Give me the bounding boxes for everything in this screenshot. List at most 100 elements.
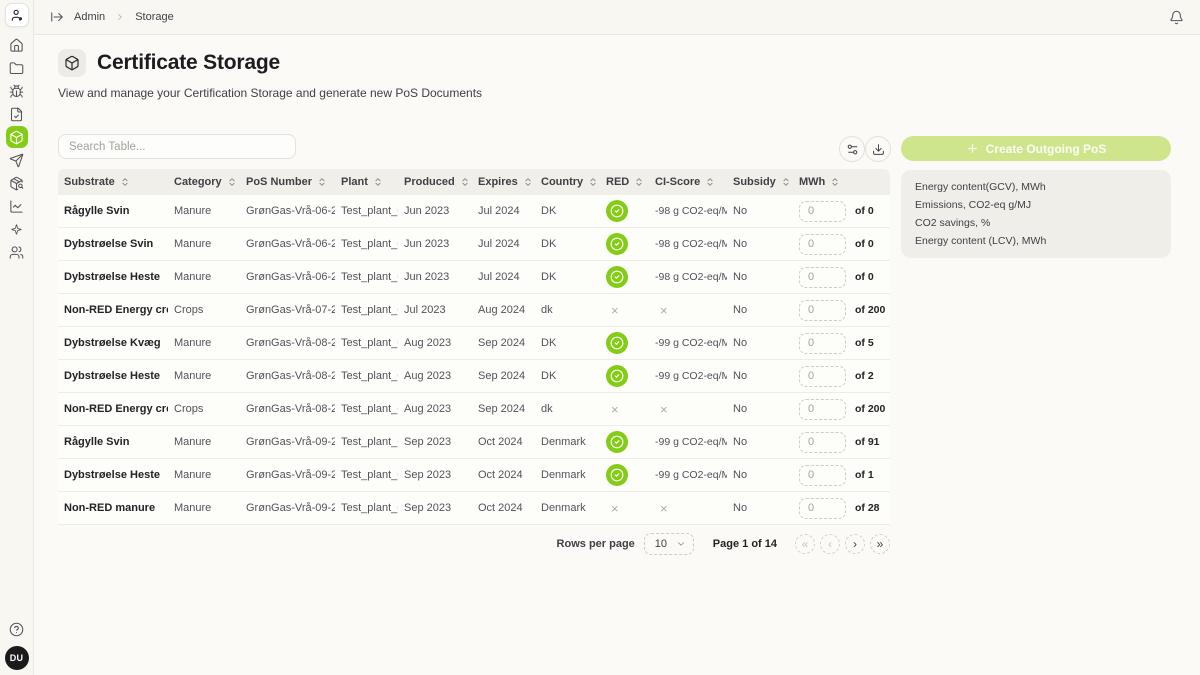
user-avatar[interactable]: DU <box>5 646 29 670</box>
column-header-mwh[interactable]: MWh <box>793 176 890 188</box>
mwh-input[interactable] <box>799 234 846 255</box>
mwh-input[interactable] <box>799 498 846 519</box>
cell-plant: Test_plant_6 <box>335 403 398 415</box>
cell-red <box>600 431 649 453</box>
sidebar-item-home[interactable] <box>6 34 28 56</box>
cell-expires: Oct 2024 <box>472 436 535 448</box>
cell-ci-score: × <box>649 402 727 417</box>
summary-panel: Energy content(GCV), MWhEmissions, CO2-e… <box>901 170 1171 258</box>
cell-red <box>600 365 649 387</box>
sidebar-item-outgoing[interactable] <box>6 149 28 171</box>
mwh-capacity-label: of 5 <box>855 337 874 349</box>
cell-subsidy: No <box>727 337 793 349</box>
breadcrumb-admin[interactable]: Admin <box>74 11 105 23</box>
package-icon <box>64 55 80 71</box>
cell-produced: Sep 2023 <box>398 436 472 448</box>
cell-plant: Test_plant_6 <box>335 502 398 514</box>
table-settings-button[interactable] <box>839 136 865 162</box>
red-check-icon <box>606 431 628 453</box>
sort-icon <box>781 177 791 187</box>
red-check-icon <box>606 464 628 486</box>
summary-item: Energy content (LCV), MWh <box>915 235 1157 247</box>
download-button[interactable] <box>865 136 891 162</box>
mwh-input[interactable] <box>799 300 846 321</box>
column-header-plant[interactable]: Plant <box>335 176 398 188</box>
mwh-input[interactable] <box>799 333 846 354</box>
cell-substrate: Non-RED Energy crops <box>58 403 168 415</box>
cell-subsidy: No <box>727 502 793 514</box>
mwh-capacity-label: of 200 <box>855 304 885 316</box>
column-header-expires[interactable]: Expires <box>472 176 535 188</box>
cell-mwh: of 5 <box>793 333 890 354</box>
sidebar-item-documents[interactable] <box>6 103 28 125</box>
first-page-button[interactable]: « <box>795 534 815 554</box>
cell-pos-number: GrønGas-Vrå-08-23 <box>240 403 335 415</box>
column-header-substrate[interactable]: Substrate <box>58 176 168 188</box>
certificate-table: Substrate Category PoS Number PlantProduced… <box>58 169 890 525</box>
sidebar-item-folders[interactable] <box>6 57 28 79</box>
mwh-input[interactable] <box>799 201 846 222</box>
sort-icon <box>373 177 383 187</box>
sidebar-item-analytics[interactable] <box>6 195 28 217</box>
cell-country: DK <box>535 337 600 349</box>
mwh-capacity-label: of 0 <box>855 271 874 283</box>
cell-mwh: of 200 <box>793 300 890 321</box>
cell-plant: Test_plant_6 <box>335 271 398 283</box>
sliders-icon <box>846 143 859 156</box>
plus-icon <box>966 142 979 155</box>
column-header-country[interactable]: Country <box>535 176 600 188</box>
next-page-button[interactable]: › <box>845 534 865 554</box>
cell-category: Manure <box>168 469 240 481</box>
mwh-input[interactable] <box>799 366 846 387</box>
cell-substrate: Rågylle Svin <box>58 205 168 217</box>
cell-expires: Oct 2024 <box>472 502 535 514</box>
cell-substrate: Dybstrøelse Heste <box>58 469 168 481</box>
create-outgoing-pos-button[interactable]: Create Outgoing PoS <box>901 136 1171 161</box>
search-input[interactable] <box>58 134 296 159</box>
red-x-icon: × <box>611 501 619 516</box>
sidebar-item-package-search[interactable] <box>6 172 28 194</box>
sidebar-item-certificate-storage[interactable] <box>6 126 28 148</box>
cell-pos-number: GrønGas-Vrå-09-23 <box>240 469 335 481</box>
column-header-category[interactable]: Category <box>168 176 240 188</box>
sidebar-toggle-icon[interactable] <box>50 10 64 24</box>
rows-per-page-select[interactable]: 10 <box>644 533 694 555</box>
cell-category: Manure <box>168 370 240 382</box>
previous-page-button[interactable]: ‹ <box>820 534 840 554</box>
table-row: Rågylle SvinManureGrønGas-Vrå-06-23Test_… <box>58 195 890 228</box>
column-label: PoS Number <box>246 176 312 188</box>
cell-plant: Test_plant_6 <box>335 304 398 316</box>
sidebar-item-debug[interactable] <box>6 80 28 102</box>
column-header-produced[interactable]: Produced <box>398 176 472 188</box>
cell-subsidy: No <box>727 205 793 217</box>
sidebar-item-ai[interactable] <box>6 218 28 240</box>
column-header-ci-score[interactable]: CI-Score <box>649 176 727 188</box>
column-header-subsidy[interactable]: Subsidy <box>727 176 793 188</box>
mwh-input[interactable] <box>799 432 846 453</box>
cell-substrate: Dybstrøelse Kvæg <box>58 337 168 349</box>
red-x-icon: × <box>611 303 619 318</box>
last-page-button[interactable]: » <box>870 534 890 554</box>
column-label: Substrate <box>64 176 115 188</box>
cell-mwh: of 200 <box>793 399 890 420</box>
cell-subsidy: No <box>727 238 793 250</box>
red-check-icon <box>606 365 628 387</box>
column-header-red[interactable]: RED <box>600 176 649 188</box>
mwh-input[interactable] <box>799 465 846 486</box>
sort-icon <box>317 177 327 187</box>
app-logo[interactable] <box>5 3 29 27</box>
cell-mwh: of 0 <box>793 234 890 255</box>
sort-icon <box>634 177 644 187</box>
users-icon <box>9 245 24 260</box>
cell-expires: Jul 2024 <box>472 205 535 217</box>
column-header-pos-number[interactable]: PoS Number <box>240 176 335 188</box>
sidebar-item-users[interactable] <box>6 241 28 263</box>
breadcrumb-storage[interactable]: Storage <box>135 11 174 23</box>
notifications-button[interactable] <box>1169 10 1184 25</box>
summary-item: Energy content(GCV), MWh <box>915 181 1157 193</box>
mwh-input[interactable] <box>799 267 846 288</box>
help-button[interactable] <box>9 622 24 637</box>
cell-category: Manure <box>168 337 240 349</box>
cell-country: dk <box>535 403 600 415</box>
mwh-input[interactable] <box>799 399 846 420</box>
